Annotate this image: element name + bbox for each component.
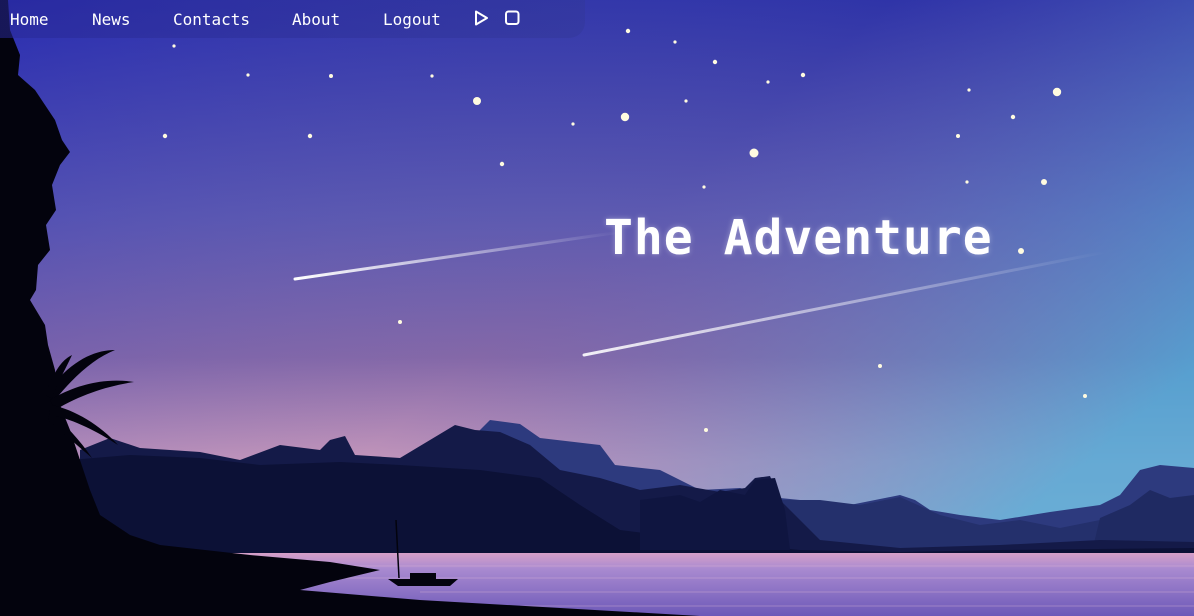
nav-news-link[interactable]: News (92, 10, 131, 29)
nav-about-link[interactable]: About (292, 10, 340, 29)
nav-contacts-link[interactable]: Contacts (173, 10, 250, 29)
top-nav: Home News Contacts About Logout (0, 0, 585, 38)
nav-home-link[interactable]: Home (10, 10, 49, 29)
hero-title: The Adventure (604, 210, 993, 266)
night-landscape-background (0, 0, 1194, 616)
play-icon[interactable] (472, 9, 490, 27)
stop-icon[interactable] (503, 9, 521, 27)
nav-logout-link[interactable]: Logout (383, 10, 441, 29)
